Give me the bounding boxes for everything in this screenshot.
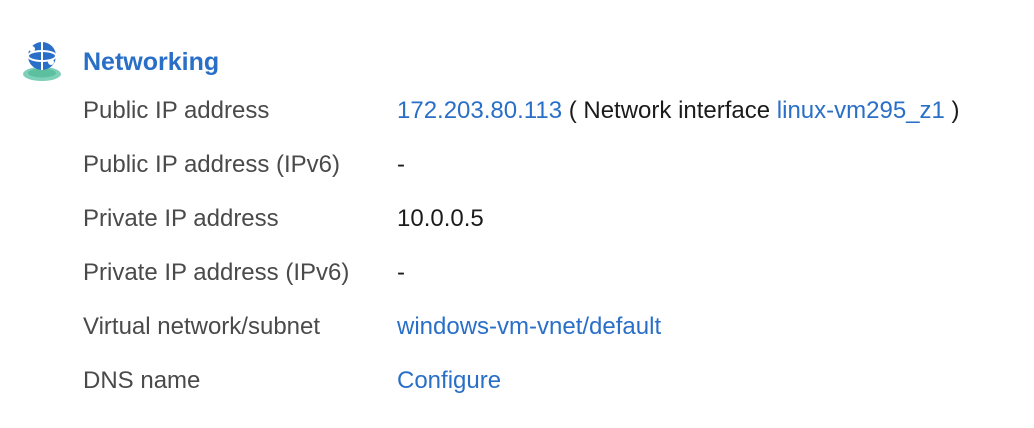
property-label: Private IP address (IPv6) xyxy=(83,259,350,286)
section-title[interactable]: Networking xyxy=(83,48,219,77)
network-interface-text: Network interface xyxy=(583,97,777,124)
property-label: Private IP address xyxy=(83,205,279,232)
property-label: Public IP address xyxy=(83,97,270,124)
networking-section-header: Networking xyxy=(20,40,219,84)
property-row-public-ip: Public IP address 172.203.80.113 ( Netwo… xyxy=(83,84,960,138)
property-label: DNS name xyxy=(83,367,201,394)
property-value: - xyxy=(397,259,405,286)
property-value: 172.203.80.113 ( Network interface linux… xyxy=(397,97,960,125)
property-label: Public IP address (IPv6) xyxy=(83,151,341,178)
property-label: Virtual network/subnet xyxy=(83,313,321,340)
paren-open-text: ( xyxy=(562,97,584,124)
networking-properties: Public IP address 172.203.80.113 ( Netwo… xyxy=(83,84,960,408)
vnet-subnet-link[interactable]: windows-vm-vnet/default xyxy=(397,313,661,341)
property-row-private-ipv6: Private IP address (IPv6) - xyxy=(83,246,960,300)
networking-globe-icon xyxy=(23,42,61,81)
paren-close-text: ) xyxy=(944,97,960,124)
property-value: 10.0.0.5 xyxy=(397,205,484,232)
property-row-public-ipv6: Public IP address (IPv6) - xyxy=(83,138,960,192)
property-row-private-ip: Private IP address 10.0.0.5 xyxy=(83,192,960,246)
property-row-dns-name: DNS name Configure xyxy=(83,354,960,408)
dns-configure-link[interactable]: Configure xyxy=(397,367,501,395)
property-value: - xyxy=(397,151,405,178)
property-row-vnet-subnet: Virtual network/subnet windows-vm-vnet/d… xyxy=(83,300,960,354)
network-interface-link[interactable]: linux-vm295_z1 xyxy=(777,97,945,124)
public-ip-link[interactable]: 172.203.80.113 xyxy=(397,97,562,124)
